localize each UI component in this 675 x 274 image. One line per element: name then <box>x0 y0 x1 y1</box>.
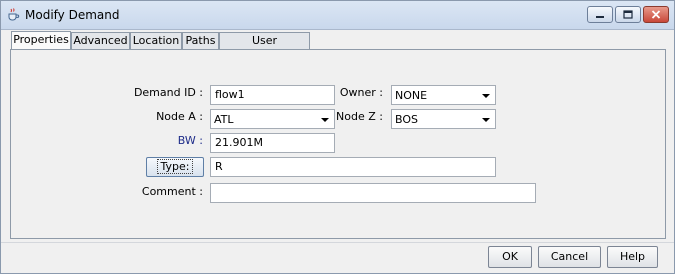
tab-user-parameters[interactable]: User Parameters <box>219 32 310 63</box>
minimize-button[interactable] <box>587 6 613 23</box>
comment-field[interactable] <box>210 183 536 203</box>
type-button[interactable]: Type: <box>146 157 204 177</box>
maximize-icon <box>623 10 633 19</box>
ok-button[interactable]: OK <box>488 246 532 268</box>
node-z-select-value: BOS <box>395 113 418 126</box>
node-z-select[interactable]: BOS <box>391 109 496 129</box>
node-z-label: Node Z : <box>336 110 383 123</box>
owner-select[interactable]: NONE <box>391 85 496 105</box>
tab-label: Properties <box>13 33 69 46</box>
tab-paths[interactable]: Paths <box>182 32 219 50</box>
tab-location[interactable]: Location <box>130 32 182 50</box>
help-button[interactable]: Help <box>607 246 658 268</box>
bw-label: BW : <box>177 134 203 147</box>
close-button[interactable] <box>643 6 669 23</box>
window-title: Modify Demand <box>25 8 120 22</box>
java-cup-icon <box>8 8 20 21</box>
owner-label: Owner : <box>339 86 383 99</box>
cancel-button[interactable]: Cancel <box>538 246 601 268</box>
tab-label: Paths <box>185 34 216 47</box>
modify-demand-dialog: Modify Demand Properties Advanced Locati… <box>0 0 675 274</box>
node-a-label: Node A : <box>156 110 203 123</box>
properties-panel <box>10 49 666 239</box>
type-button-label: Type: <box>156 159 194 174</box>
comment-label: Comment : <box>141 185 203 198</box>
tab-label: Advanced <box>73 34 128 47</box>
tab-advanced[interactable]: Advanced <box>71 32 130 50</box>
minimize-icon <box>596 15 604 18</box>
chevron-down-icon <box>482 94 490 98</box>
bw-field[interactable]: 21.901M <box>210 133 335 153</box>
node-a-select[interactable]: ATL <box>210 109 335 129</box>
owner-select-value: NONE <box>395 89 428 102</box>
node-a-select-value: ATL <box>214 113 234 126</box>
chevron-down-icon <box>321 118 329 122</box>
close-icon <box>651 10 661 19</box>
tab-properties[interactable]: Properties <box>11 31 71 50</box>
maximize-button[interactable] <box>615 6 641 23</box>
tab-label: Location <box>132 34 180 47</box>
demand-id-field[interactable]: flow1 <box>210 85 335 105</box>
chevron-down-icon <box>482 118 490 122</box>
title-bar: Modify Demand <box>1 1 674 30</box>
demand-id-label: Demand ID : <box>133 86 203 99</box>
type-field[interactable]: R <box>210 157 496 177</box>
footer-divider <box>1 242 674 243</box>
